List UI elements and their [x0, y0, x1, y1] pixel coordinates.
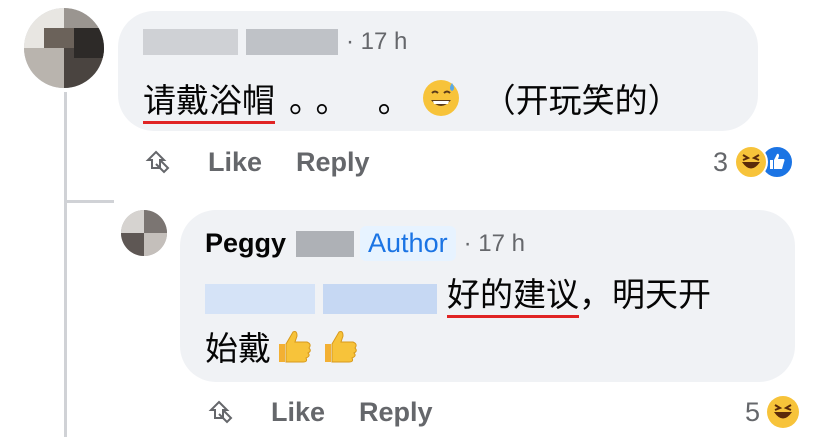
thumbs-up-emoji-icon [319, 326, 361, 374]
thumbs-up-emoji-icon [273, 326, 315, 374]
reaction-count: 3 [713, 146, 729, 177]
thread-line [64, 92, 67, 437]
reply-text-line-1: 好的建议，明天开 [205, 268, 711, 318]
comment-actions: Like Reply [142, 146, 370, 178]
reply-underlined-text: 好的建议 [447, 276, 579, 318]
reply-actions: Like Reply [205, 396, 433, 428]
comment-reactions[interactable]: 3 [713, 145, 795, 179]
commenter-name[interactable] [143, 29, 338, 55]
mentioned-user-tag[interactable] [205, 282, 437, 314]
author-badge: Author [360, 226, 456, 261]
replier-avatar[interactable] [121, 210, 167, 256]
reply-button[interactable]: Reply [296, 147, 370, 178]
reply-author-name[interactable]: Peggy [205, 228, 286, 259]
reply-text-line-2: 始戴 [205, 322, 361, 374]
comment-joke: （开玩笑的） [482, 82, 681, 119]
laughing-emoji-icon [734, 145, 769, 179]
reply-header: Peggy Author · 17 h [205, 226, 525, 261]
like-button[interactable]: Like [271, 397, 325, 428]
share-icon[interactable] [142, 146, 174, 178]
reply-rest-text: ，明天开 [579, 276, 711, 313]
comment-time[interactable]: · 17 h [346, 28, 407, 56]
comment-main-text: 请戴浴帽 [143, 82, 275, 124]
comment-text: 请戴浴帽。。 。 （开玩笑的） [143, 74, 681, 126]
reaction-count: 5 [745, 396, 761, 427]
sweat-smile-emoji-icon [421, 78, 461, 126]
comment-dots: 。。 。 [289, 82, 421, 119]
laughing-emoji-icon [766, 395, 800, 429]
comment-header: · 17 h [143, 28, 407, 56]
commenter-avatar[interactable] [24, 8, 104, 88]
reply-button[interactable]: Reply [359, 397, 433, 428]
reply-line2-text: 始戴 [205, 330, 271, 367]
like-button[interactable]: Like [208, 147, 262, 178]
reply-reactions[interactable]: 5 [745, 395, 800, 429]
reply-time[interactable]: · 17 h [464, 230, 525, 258]
share-icon[interactable] [205, 396, 237, 428]
thread-branch [64, 200, 114, 203]
reply-author-lastname[interactable] [296, 230, 355, 257]
